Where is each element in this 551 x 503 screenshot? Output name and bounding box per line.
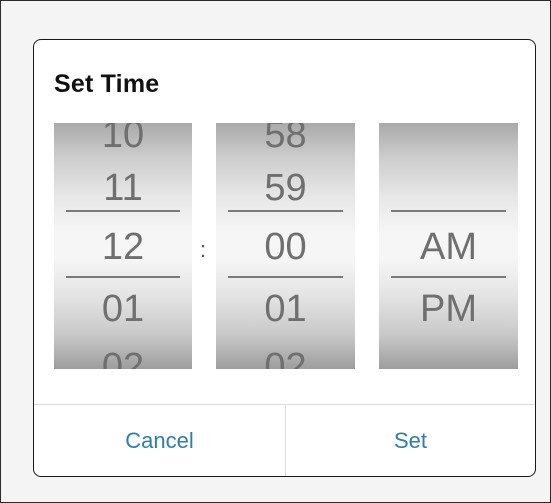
time-separator: : [200,237,207,262]
hour-option[interactable]: 01 [54,287,192,331]
hour-wheel[interactable]: 10 11 12 01 02 [54,123,192,369]
minute-option[interactable]: 58 [216,123,355,157]
selection-line-bottom [66,276,180,278]
ampm-wheel[interactable]: AM PM [379,123,518,369]
ampm-option[interactable]: PM [379,287,518,331]
selection-line-bottom [391,276,506,278]
set-button[interactable]: Set [286,405,535,476]
hour-option-selected[interactable]: 12 [54,225,192,269]
selection-line-top [391,210,506,212]
selection-line-top [228,210,343,212]
minute-option[interactable]: 01 [216,287,355,331]
selection-line-bottom [228,276,343,278]
minute-option[interactable]: 59 [216,166,355,210]
minute-wheel[interactable]: 58 59 00 01 02 [216,123,355,369]
cancel-button[interactable]: Cancel [34,405,286,476]
hour-option[interactable]: 11 [54,166,192,210]
dialog-footer: Cancel Set [34,404,535,476]
hour-option[interactable]: 10 [54,123,192,157]
window-frame: Set Time 10 11 12 01 02 : 58 59 00 01 02… [0,0,551,503]
time-picker-dialog: Set Time 10 11 12 01 02 : 58 59 00 01 02… [33,39,536,477]
dialog-title: Set Time [54,70,160,98]
minute-option[interactable]: 02 [216,345,355,369]
selection-line-top [66,210,180,212]
ampm-option-selected[interactable]: AM [379,225,518,269]
minute-option-selected[interactable]: 00 [216,225,355,269]
hour-option[interactable]: 02 [54,345,192,369]
